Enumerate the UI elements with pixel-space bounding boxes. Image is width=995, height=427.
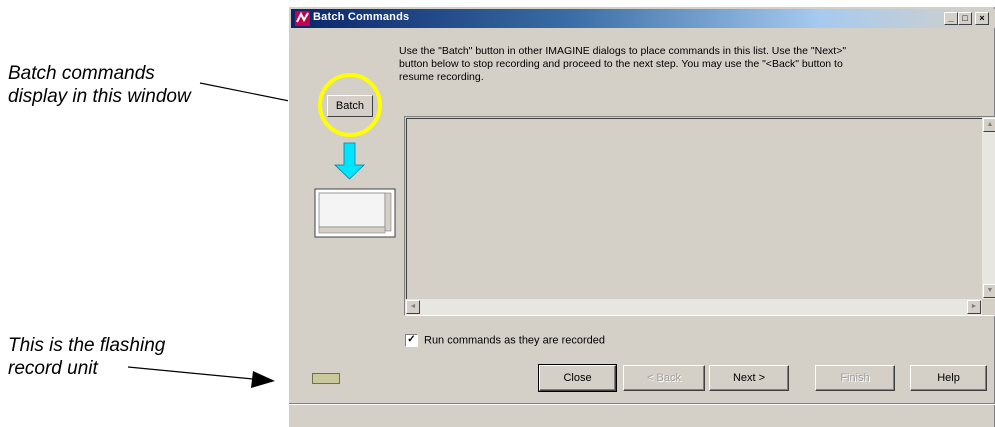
- down-arrow-icon: [334, 142, 365, 180]
- record-unit-indicator: [312, 373, 340, 384]
- run-commands-checkbox[interactable]: ✓: [405, 334, 418, 347]
- close-button[interactable]: Close: [538, 364, 617, 392]
- imagine-app-icon: [295, 11, 310, 26]
- run-commands-checkbox-row[interactable]: ✓ Run commands as they are recorded: [405, 334, 605, 347]
- arrowhead-record: [251, 371, 275, 388]
- status-bar: [289, 403, 995, 427]
- run-commands-label: Run commands as they are recorded: [424, 334, 605, 347]
- scroll-left-icon[interactable]: ◄: [406, 300, 420, 314]
- window-title: Batch Commands: [313, 11, 410, 23]
- scroll-right-icon[interactable]: ►: [967, 300, 981, 314]
- horizontal-scrollbar[interactable]: ◄ ►: [405, 299, 982, 315]
- batch-command-list[interactable]: ▲ ▼ ◄ ►: [404, 116, 995, 316]
- scroll-down-icon[interactable]: ▼: [983, 284, 995, 298]
- vertical-scrollbar[interactable]: ▲ ▼: [982, 117, 995, 299]
- instructions-text: Use the "Batch" button in other IMAGINE …: [399, 45, 847, 83]
- close-window-button[interactable]: ×: [975, 12, 989, 25]
- callout-batch-display: Batch commands display in this window: [8, 63, 191, 107]
- monitor-icon: [314, 188, 396, 238]
- maximize-button[interactable]: □: [958, 12, 972, 25]
- help-button[interactable]: Help: [910, 365, 987, 391]
- callout-record-unit: This is the flashing record unit: [8, 335, 166, 379]
- back-button[interactable]: < Back: [623, 365, 705, 391]
- finish-button[interactable]: Finish: [815, 365, 895, 391]
- scroll-up-icon[interactable]: ▲: [983, 118, 995, 132]
- minimize-button[interactable]: _: [944, 12, 958, 25]
- title-bar[interactable]: Batch Commands _ □ ×: [291, 9, 995, 28]
- list-content-area: [406, 118, 995, 315]
- next-button[interactable]: Next >: [709, 365, 789, 391]
- batch-button[interactable]: Batch: [327, 95, 373, 117]
- batch-commands-window: Batch Commands _ □ × Batch Use the "Batc…: [288, 6, 995, 427]
- batch-diagram: [314, 73, 396, 238]
